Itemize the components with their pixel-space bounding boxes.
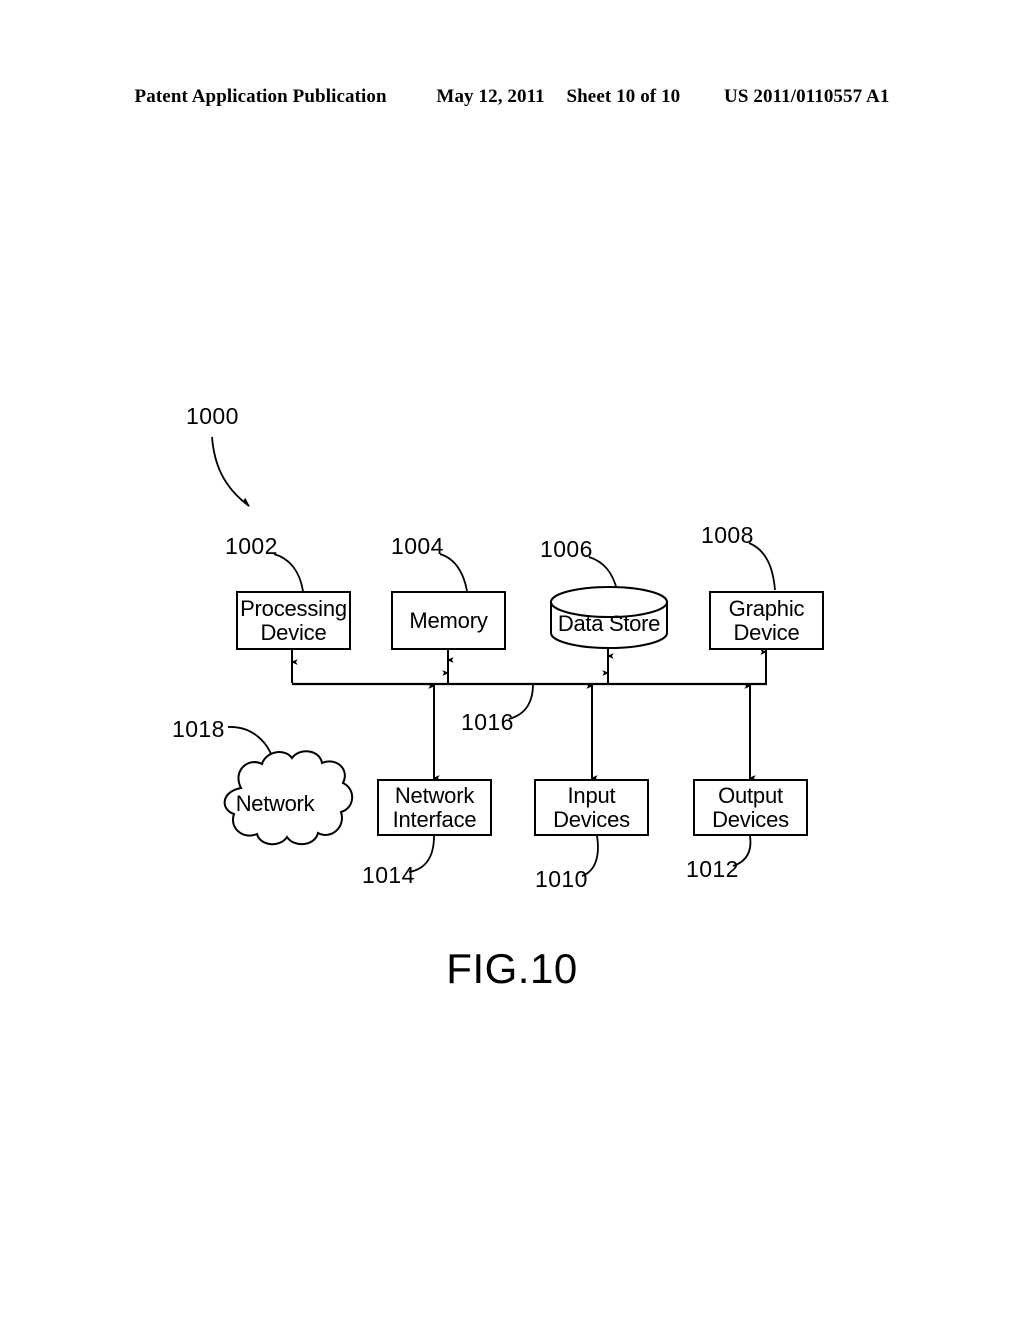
figure-caption: FIG.10 [446, 945, 578, 992]
data-store-label: Data Store [557, 611, 661, 636]
ref-numeral-1018: 1018 [172, 716, 225, 742]
data-store-node[interactable]: Data Store [551, 589, 667, 649]
network-interface-node[interactable]: Network Interface [377, 779, 492, 836]
processing-device-label: Processing Device [240, 595, 347, 645]
ref-numeral-1008: 1008 [701, 522, 754, 548]
processing-device-node[interactable]: Processing Device [236, 591, 351, 650]
network-node[interactable]: Network [205, 758, 345, 850]
output-devices-node[interactable]: Output Devices [693, 779, 808, 836]
network-label: Network [235, 791, 315, 816]
graphic-device-label: Graphic Device [728, 595, 805, 645]
ref-numeral-1010: 1010 [535, 866, 588, 892]
lead-line-1008 [748, 542, 776, 591]
ref-numeral-1004: 1004 [391, 533, 444, 559]
ref-numeral-1002: 1002 [225, 533, 278, 559]
lead-line-1006 [588, 556, 618, 591]
lead-line-1004 [439, 553, 468, 592]
graphic-device-node[interactable]: Graphic Device [709, 591, 824, 650]
ref-numeral-1006: 1006 [540, 536, 593, 562]
memory-label: Memory [409, 607, 488, 633]
ref-numeral-1016: 1016 [461, 709, 514, 735]
ref-numeral-1014: 1014 [362, 862, 415, 888]
input-devices-label: Input Devices [553, 782, 630, 832]
lead-line-1002 [273, 553, 304, 592]
network-interface-label: Network Interface [392, 782, 477, 832]
input-devices-node[interactable]: Input Devices [534, 779, 649, 836]
figure-drawing-area: Processing Device Memory Data Store Grap… [0, 0, 1024, 1320]
memory-node[interactable]: Memory [391, 591, 506, 650]
ref-numeral-1012: 1012 [686, 856, 739, 882]
system-callout-arrow [211, 436, 250, 507]
output-devices-label: Output Devices [712, 782, 789, 832]
figure-vector-layer [211, 436, 776, 877]
ref-numeral-1000: 1000 [186, 403, 239, 429]
